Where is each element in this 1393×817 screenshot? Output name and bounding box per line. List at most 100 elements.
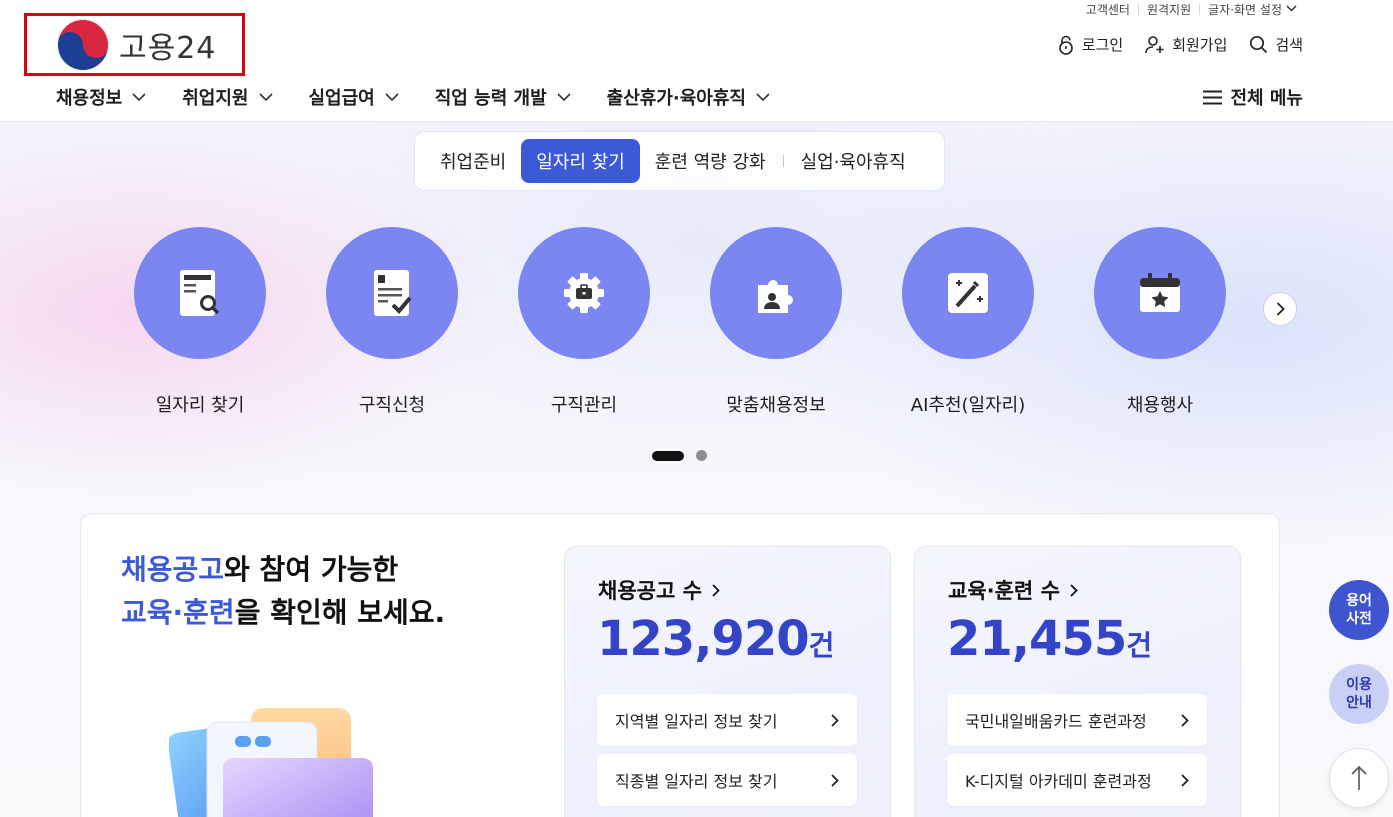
carousel-dot-2[interactable] [696, 450, 707, 461]
divider [1137, 4, 1139, 15]
training-title[interactable]: 교육·훈련 수 [948, 575, 1078, 605]
region-jobs-link[interactable]: 지역별 일자리 정보 찾기 [597, 694, 857, 746]
service-recruit-events[interactable]: 채용행사 [1094, 227, 1226, 417]
chevron-down-icon [756, 93, 770, 101]
all-menu-button[interactable]: 전체 메뉴 [1203, 84, 1303, 110]
login-button[interactable]: 로그인 [1057, 34, 1123, 55]
header-actions: 로그인 회원가입 검색 [1035, 34, 1303, 55]
puzzle-person-icon [758, 280, 793, 313]
stats-panel: 채용공고와 참여 가능한 교육·훈련을 확인해 보세요. 채용공고 수 123,… [80, 513, 1280, 817]
logo-text: 고용24 [119, 30, 217, 66]
guide-label-1: 이용 [1346, 677, 1372, 693]
calendar-star-icon [1140, 273, 1180, 312]
carousel-dot-1[interactable] [652, 450, 684, 461]
chevron-right-icon [1070, 583, 1078, 597]
hamburger-menu-icon [1203, 90, 1223, 104]
carousel-next-button[interactable] [1263, 292, 1297, 326]
count-unit: 건 [808, 629, 835, 662]
signup-label: 회원가입 [1172, 36, 1228, 54]
arrow-up-icon [1351, 765, 1367, 790]
nav-item-unemployment-benefit[interactable]: 실업급여 [309, 84, 399, 110]
service-circle [710, 227, 842, 359]
gear-briefcase-icon [564, 273, 604, 313]
taegeuk-logo-icon [57, 18, 109, 71]
link-label: 직종별 일자리 정보 찾기 [615, 772, 778, 791]
divider [782, 155, 784, 167]
title-text: 와 참여 가능한 [224, 553, 399, 586]
search-label: 검색 [1275, 36, 1303, 54]
document-check-icon [374, 270, 412, 316]
link-label: 지역별 일자리 정보 찾기 [615, 712, 778, 731]
service-job-application[interactable]: 구직신청 [326, 227, 458, 417]
glossary-label-2: 사전 [1346, 611, 1372, 627]
tab-training[interactable]: 훈련 역량 강화 [640, 139, 781, 183]
utility-links: 고객센터 원격지원 글자·화면 설정 [1086, 1, 1297, 18]
service-circle [326, 227, 458, 359]
chevron-right-icon [1181, 713, 1189, 727]
service-label: 일자리 찾기 [155, 395, 245, 416]
chevron-down-icon [557, 93, 571, 101]
site-header: 고객센터 원격지원 글자·화면 설정 고용24 로그인 회원가입 검색 채용정보… [0, 0, 1393, 122]
job-postings-title[interactable]: 채용공고 수 [598, 575, 720, 605]
naeil-card-training-link[interactable]: 국민내일배움카드 훈련과정 [947, 694, 1207, 746]
link-label: 국민내일배움카드 훈련과정 [965, 712, 1147, 731]
hero-section: 취업준비 일자리 찾기 훈련 역량 강화 실업·육아휴직 일자리 찾기 구직신청… [0, 122, 1393, 817]
service-label: 구직관리 [550, 395, 618, 416]
link-label: K-디지털 아카데미 훈련과정 [965, 772, 1152, 791]
main-navigation: 채용정보 취업지원 실업급여 직업 능력 개발 출산휴가·육아휴직 [56, 84, 806, 110]
usage-guide-button[interactable]: 이용안내 [1329, 664, 1389, 724]
title-highlight: 채용공고 [121, 553, 225, 586]
service-circle [1094, 227, 1226, 359]
job-postings-count: 123,920건 [597, 611, 834, 667]
nav-item-employment-support[interactable]: 취업지원 [182, 84, 273, 110]
login-label: 로그인 [1081, 36, 1124, 54]
service-find-jobs[interactable]: 일자리 찾기 [134, 227, 266, 417]
chevron-down-icon[interactable] [1286, 4, 1297, 15]
chevron-down-icon [385, 93, 399, 101]
k-digital-academy-link[interactable]: K-디지털 아카데미 훈련과정 [947, 754, 1207, 806]
tab-job-prep[interactable]: 취업준비 [425, 139, 521, 183]
tab-find-jobs[interactable]: 일자리 찾기 [521, 139, 640, 183]
service-circle [902, 227, 1034, 359]
service-label: 구직신청 [358, 395, 426, 416]
chevron-down-icon [132, 93, 146, 101]
scroll-top-button[interactable] [1329, 748, 1389, 808]
document-search-icon [180, 270, 220, 316]
job-postings-card: 채용공고 수 123,920건 지역별 일자리 정보 찾기 직종별 일자리 정보… [564, 546, 891, 817]
count-unit: 건 [1126, 629, 1152, 662]
site-logo[interactable]: 고용24 [24, 13, 245, 76]
divider [1199, 4, 1201, 15]
lock-icon [1058, 35, 1073, 55]
chevron-down-icon [258, 93, 273, 101]
service-label: 채용행사 [1126, 395, 1194, 416]
occupation-jobs-link[interactable]: 직종별 일자리 정보 찾기 [597, 754, 857, 806]
search-button[interactable]: 검색 [1249, 34, 1303, 55]
service-custom-recruit-info[interactable]: 맞춤채용정보 [710, 227, 842, 417]
guide-label-2: 안내 [1346, 695, 1372, 711]
all-menu-label: 전체 메뉴 [1230, 88, 1303, 109]
count-value: 21,455 [947, 611, 1127, 667]
remote-support-link[interactable]: 원격지원 [1147, 1, 1191, 18]
customer-center-link[interactable]: 고객센터 [1086, 1, 1130, 18]
service-job-management[interactable]: 구직관리 [518, 227, 650, 417]
service-label: 맞춤채용정보 [726, 395, 826, 416]
card-title-text: 교육·훈련 수 [948, 579, 1060, 603]
folder-illustration [169, 708, 373, 817]
glossary-button[interactable]: 용어사전 [1329, 580, 1389, 640]
nav-label: 취업지원 [182, 88, 249, 109]
display-settings-link[interactable]: 글자·화면 설정 [1208, 1, 1282, 18]
nav-item-skill-development[interactable]: 직업 능력 개발 [435, 84, 571, 110]
card-title-text: 채용공고 수 [598, 579, 702, 603]
search-icon [1250, 35, 1268, 54]
panel-title: 채용공고와 참여 가능한 교육·훈련을 확인해 보세요. [121, 548, 445, 634]
nav-item-parental-leave[interactable]: 출산휴가·육아휴직 [607, 84, 770, 110]
nav-label: 출산휴가·육아휴직 [606, 88, 746, 109]
signup-button[interactable]: 회원가입 [1145, 34, 1227, 55]
glossary-label-1: 용어 [1346, 593, 1372, 609]
nav-item-recruit-info[interactable]: 채용정보 [56, 84, 146, 110]
nav-label: 직업 능력 개발 [434, 88, 547, 109]
chevron-right-icon [831, 713, 839, 727]
nav-label: 채용정보 [56, 88, 123, 109]
service-ai-recommendation[interactable]: AI추천(일자리) [902, 227, 1034, 417]
tab-unemployment-leave[interactable]: 실업·육아휴직 [786, 139, 921, 183]
